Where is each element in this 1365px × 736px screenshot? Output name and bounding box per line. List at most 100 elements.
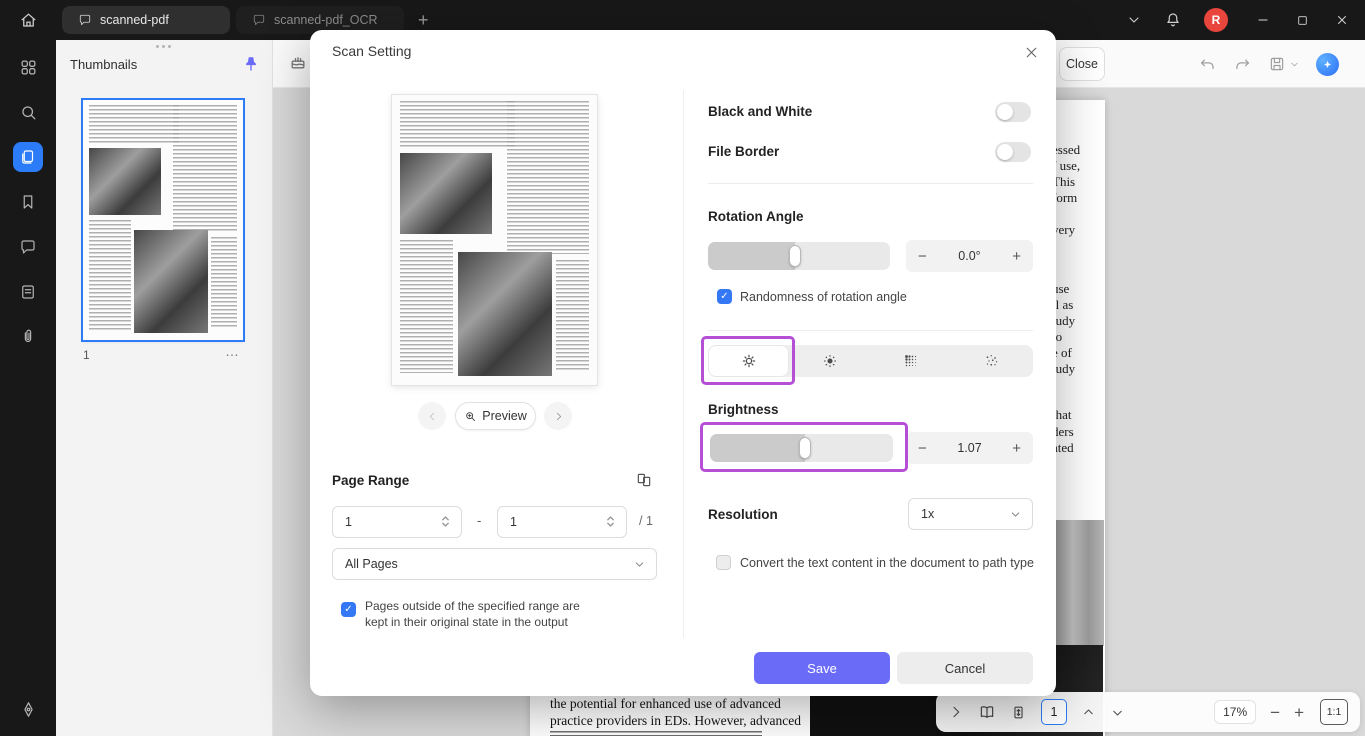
- convert-to-path-label: Convert the text content in the document…: [740, 556, 1034, 570]
- convert-to-path-checkbox[interactable]: [716, 555, 731, 570]
- thumbnails-panel: Thumbnails 1 …: [56, 40, 273, 736]
- page-number-input[interactable]: 1: [1041, 699, 1067, 725]
- home-icon: [21, 13, 35, 27]
- resolution-label: Resolution: [708, 507, 778, 522]
- resolution-select[interactable]: 1x: [908, 498, 1033, 530]
- chevron-down-icon: [1011, 511, 1020, 517]
- photo-block: [89, 148, 162, 216]
- scroll-mode-icon[interactable]: [1010, 704, 1027, 721]
- divider: [708, 183, 1033, 184]
- home-button[interactable]: [0, 11, 56, 30]
- save-disk-icon[interactable]: [1268, 55, 1286, 73]
- effect-selector: [708, 345, 1033, 377]
- sidebar-item-thumbnails[interactable]: [13, 142, 43, 172]
- randomness-label: Randomness of rotation angle: [740, 290, 907, 304]
- pin-icon[interactable]: [242, 55, 260, 73]
- doc-text-clipped: [550, 731, 762, 736]
- brightness-decrease-button[interactable]: −: [918, 440, 927, 457]
- redo-icon[interactable]: [1233, 55, 1252, 74]
- keep-original-checkbox[interactable]: [341, 602, 356, 617]
- next-page-icon[interactable]: [1110, 705, 1125, 720]
- spinner-icon[interactable]: [441, 514, 450, 529]
- randomness-checkbox[interactable]: [717, 289, 732, 304]
- rotation-increase-button[interactable]: +: [1012, 248, 1021, 265]
- photo-block: [457, 251, 552, 377]
- new-tab-button[interactable]: +: [418, 11, 429, 29]
- sidebar-item-signature[interactable]: [13, 694, 43, 724]
- chevron-down-icon[interactable]: [1289, 59, 1300, 70]
- preview-next-button[interactable]: [544, 402, 572, 430]
- thumbnail-page-number: 1: [83, 348, 90, 362]
- sidebar-item-apps[interactable]: [13, 52, 43, 82]
- rotation-angle-slider[interactable]: [708, 242, 890, 270]
- ai-assistant-icon[interactable]: [1316, 52, 1339, 76]
- noise-effect-button[interactable]: [952, 345, 1033, 377]
- reading-mode-icon[interactable]: [978, 703, 996, 721]
- maximize-icon[interactable]: [1296, 14, 1309, 27]
- zoom-in-button[interactable]: +: [1294, 704, 1304, 721]
- rotation-decrease-button[interactable]: −: [918, 248, 927, 265]
- chevron-down-icon[interactable]: [1126, 12, 1142, 28]
- black-and-white-label: Black and White: [708, 104, 813, 119]
- brightness-increase-button[interactable]: +: [1012, 440, 1021, 457]
- cancel-button[interactable]: Cancel: [897, 652, 1033, 684]
- page-range-icon[interactable]: [635, 471, 653, 489]
- sidebar-item-search[interactable]: [13, 97, 43, 127]
- doc-text-line: practice providers in EDs. However, adva…: [550, 713, 801, 728]
- page-range-select[interactable]: All Pages: [332, 548, 657, 580]
- page-range-select-value: All Pages: [345, 557, 398, 571]
- minimize-icon[interactable]: [1256, 13, 1270, 27]
- photo-block: [134, 229, 208, 333]
- zoom-out-button[interactable]: −: [1270, 704, 1280, 721]
- save-button[interactable]: Save: [754, 652, 890, 684]
- brightness-effect-button[interactable]: [708, 345, 790, 377]
- preview-button[interactable]: Preview: [455, 402, 536, 430]
- user-avatar[interactable]: R: [1204, 8, 1228, 32]
- expand-chevron-icon[interactable]: [948, 704, 964, 720]
- brightness-value: 1.07: [957, 441, 982, 455]
- sidebar-item-attachments[interactable]: [13, 322, 43, 352]
- notification-bell-icon[interactable]: [1164, 11, 1182, 29]
- photo-block: [400, 153, 493, 235]
- range-dash: -: [477, 513, 482, 528]
- keep-original-note: Pages outside of the specified range are…: [365, 599, 580, 629]
- page-thumbnail[interactable]: [81, 98, 245, 342]
- tab-scanned-pdf[interactable]: scanned-pdf: [62, 6, 230, 34]
- panel-drag-handle-icon[interactable]: [156, 45, 159, 48]
- thumbnail-more-button[interactable]: …: [225, 343, 240, 359]
- text-block: [89, 220, 131, 331]
- brightness-stepper: − 1.07 +: [906, 432, 1033, 464]
- sun-filled-icon: [824, 355, 836, 367]
- chevron-left-icon: [429, 412, 434, 420]
- thumbnails-panel-title: Thumbnails: [70, 56, 138, 72]
- apps-grid-icon: [21, 60, 35, 74]
- previous-page-icon[interactable]: [1081, 705, 1096, 720]
- preview-prev-button[interactable]: [418, 402, 446, 430]
- spinner-icon[interactable]: [606, 514, 615, 529]
- contrast-effect-button[interactable]: [789, 345, 870, 377]
- rotation-value: 0.0°: [958, 249, 981, 263]
- page-total-label: / 1: [639, 514, 653, 528]
- sidebar-item-comments[interactable]: [13, 232, 43, 262]
- window-close-icon[interactable]: [1335, 13, 1349, 27]
- undo-icon[interactable]: [1198, 55, 1217, 74]
- paperclip-icon: [24, 329, 32, 343]
- sidebar-item-notes[interactable]: [13, 277, 43, 307]
- toolbar-partial-icon[interactable]: [288, 52, 308, 72]
- rotation-stepper: − 0.0° +: [906, 240, 1033, 272]
- dialog-close-icon[interactable]: [1023, 44, 1040, 61]
- sidebar-item-bookmarks[interactable]: [13, 187, 43, 217]
- note-document-icon: [22, 285, 34, 299]
- doc-text-line: the potential for enhanced use of advanc…: [550, 696, 781, 711]
- zoom-level[interactable]: 17%: [1214, 700, 1257, 724]
- bookmark-icon: [23, 195, 33, 209]
- close-document-button[interactable]: Close: [1059, 47, 1105, 81]
- actual-size-button[interactable]: 1:1: [1320, 699, 1348, 725]
- rotation-angle-label: Rotation Angle: [708, 209, 804, 224]
- halftone-effect-button[interactable]: [871, 345, 952, 377]
- scan-preview-image: [392, 95, 597, 385]
- black-and-white-toggle[interactable]: [995, 102, 1031, 122]
- brightness-slider[interactable]: [710, 434, 893, 462]
- file-border-toggle[interactable]: [995, 142, 1031, 162]
- file-border-label: File Border: [708, 144, 780, 159]
